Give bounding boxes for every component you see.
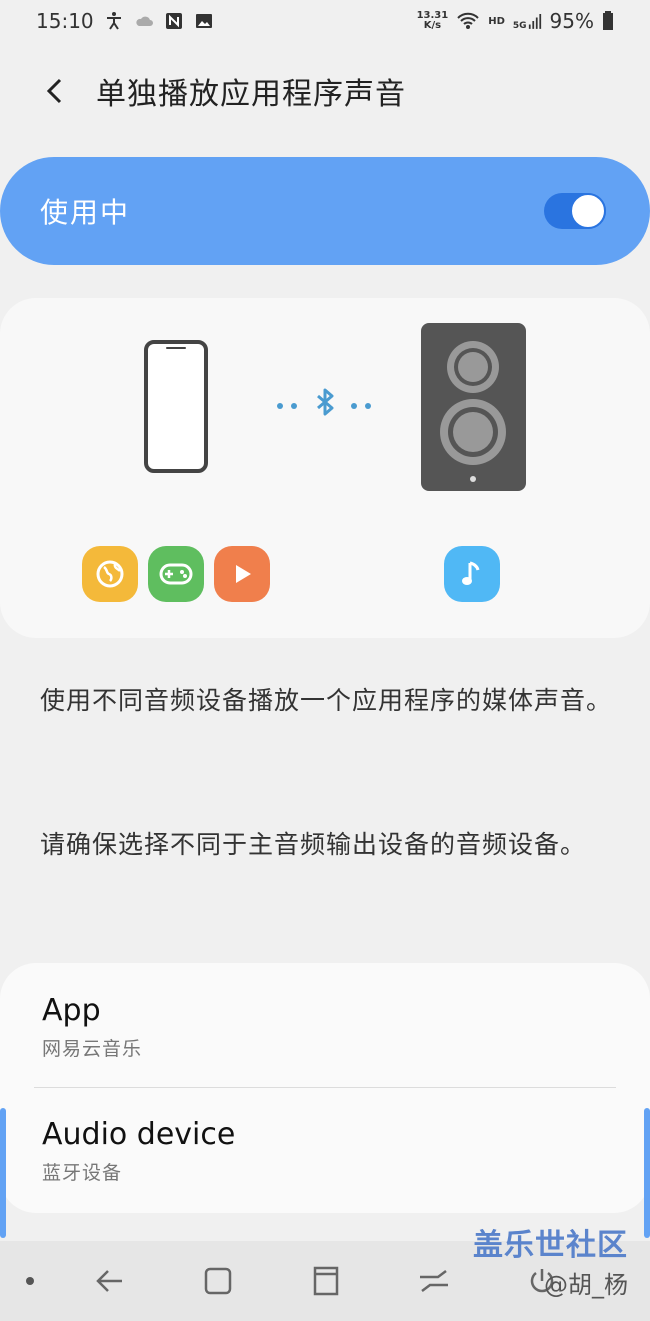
back-button[interactable] <box>30 66 80 116</box>
net-speed: 13.31 K/s <box>417 11 449 31</box>
app-setting[interactable]: App 网易云音乐 <box>0 963 650 1087</box>
gallery-icon <box>195 14 212 28</box>
speaker-icon <box>421 323 526 491</box>
accessibility-icon <box>106 12 121 30</box>
nav-dot-icon[interactable] <box>8 1259 52 1303</box>
audio-device-value: 蓝牙设备 <box>42 1162 123 1184</box>
swap-icon <box>420 1270 448 1292</box>
hd-label: HD <box>488 15 505 27</box>
settings-card: App 网易云音乐 Audio device 蓝牙设备 <box>0 963 650 1213</box>
net-speed-unit: K/s <box>423 20 442 31</box>
audio-device-setting[interactable]: Audio device 蓝牙设备 <box>0 1087 650 1211</box>
app-bar: 单独播放应用程序声音 <box>0 56 650 126</box>
wifi-icon <box>457 12 479 29</box>
master-switch-bar[interactable]: 使用中 <box>0 157 650 265</box>
master-toggle[interactable] <box>544 193 606 229</box>
music-note-icon <box>444 546 500 602</box>
game-icon <box>148 546 204 602</box>
back-arrow-icon <box>96 1270 122 1292</box>
phone-icon <box>144 340 208 473</box>
battery-icon <box>603 11 613 30</box>
home-icon <box>204 1267 232 1295</box>
status-bar: 15:10 13.31 K/s HD 5G 95% <box>0 0 650 42</box>
status-time: 15:10 <box>36 9 94 33</box>
browser-icon <box>82 546 138 602</box>
master-switch-label: 使用中 <box>40 196 131 229</box>
cloud-icon <box>136 16 153 26</box>
bluetooth-icon <box>277 388 371 416</box>
audio-device-title: Audio device <box>42 1117 236 1152</box>
description-2: 请确保选择不同于主音频输出设备的音频设备。 <box>40 830 587 859</box>
scroll-indicator-right <box>644 1108 650 1238</box>
app-setting-value: 网易云音乐 <box>42 1038 143 1060</box>
illustration-card <box>0 298 650 638</box>
nav-recents-button[interactable] <box>304 1259 348 1303</box>
description-1: 使用不同音频设备播放一个应用程序的媒体声音。 <box>40 686 613 715</box>
video-icon <box>214 546 270 602</box>
recents-icon <box>313 1266 339 1296</box>
signal-icon <box>528 14 541 29</box>
chevron-left-icon <box>46 78 62 104</box>
scroll-indicator-left <box>0 1108 6 1238</box>
nav-back-button[interactable] <box>88 1259 132 1303</box>
network-label: 5G <box>512 21 527 31</box>
app-setting-title: App <box>42 993 101 1028</box>
watermark-author: @胡_杨 <box>544 1271 628 1299</box>
nav-home-button[interactable] <box>196 1259 240 1303</box>
nfc-icon <box>165 13 182 29</box>
battery-percent: 95% <box>549 9 594 33</box>
page-title: 单独播放应用程序声音 <box>96 77 406 112</box>
nav-swap-button[interactable] <box>412 1259 456 1303</box>
watermark-title: 盖乐世社区 <box>473 1228 628 1263</box>
